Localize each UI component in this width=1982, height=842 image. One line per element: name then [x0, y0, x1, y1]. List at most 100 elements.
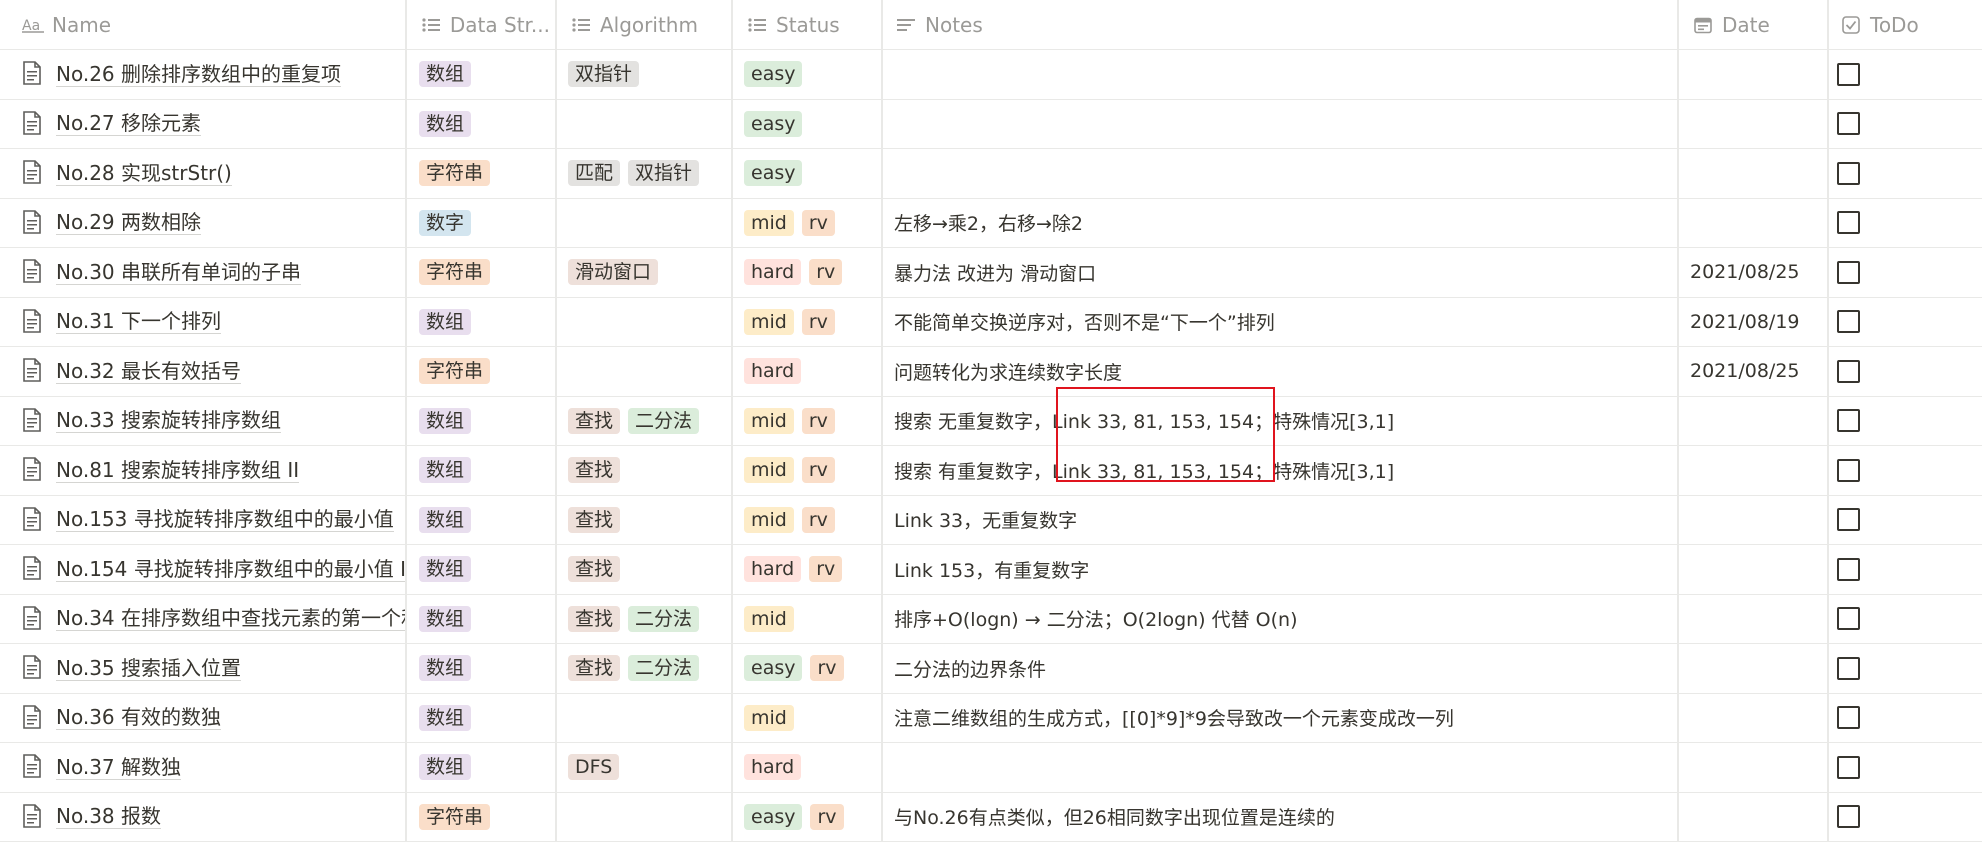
table-row[interactable]: No.36 有效的数独数组mid注意二维数组的生成方式，[[0]*9]*9会导致… — [0, 694, 1982, 744]
todo-checkbox[interactable] — [1837, 63, 1860, 86]
cell-data-structure[interactable]: 数组 — [419, 545, 556, 594]
column-header-status[interactable]: Status — [746, 0, 876, 49]
cell-notes[interactable]: 与No.26有点类似，但26相同数字出现位置是连续的 — [894, 793, 1677, 842]
row-title[interactable]: No.30 串联所有单词的子串 — [56, 260, 301, 285]
table-row[interactable]: No.34 在排序数组中查找元素的第一个和最后一个位置数组查找二分法mid排序+… — [0, 595, 1982, 645]
row-title[interactable]: No.81 搜索旋转排序数组 II — [56, 458, 299, 483]
cell-status[interactable]: midrv — [744, 199, 881, 248]
cell-status[interactable]: hardrv — [744, 545, 881, 594]
cell-algorithm[interactable]: 查找 — [568, 446, 731, 495]
cell-name[interactable]: No.36 有效的数独 — [22, 694, 405, 743]
cell-name[interactable]: No.30 串联所有单词的子串 — [22, 248, 405, 297]
cell-date[interactable] — [1690, 743, 1827, 792]
todo-checkbox[interactable] — [1837, 360, 1860, 383]
cell-status[interactable]: hardrv — [744, 248, 881, 297]
column-header-data-structure[interactable]: Data Str... — [420, 0, 550, 49]
cell-date[interactable]: 2021/08/25 — [1690, 347, 1827, 396]
cell-algorithm[interactable] — [568, 199, 731, 248]
todo-checkbox[interactable] — [1837, 558, 1860, 581]
cell-notes[interactable]: 不能简单交换逆序对，否则不是“下一个”排列 — [894, 298, 1677, 347]
cell-notes[interactable]: 左移→乘2，右移→除2 — [894, 199, 1677, 248]
cell-data-structure[interactable]: 数组 — [419, 496, 556, 545]
cell-date[interactable] — [1690, 149, 1827, 198]
cell-data-structure[interactable]: 数组 — [419, 298, 556, 347]
cell-name[interactable]: No.34 在排序数组中查找元素的第一个和最后一个位置 — [22, 595, 405, 644]
cell-notes[interactable] — [894, 100, 1677, 149]
cell-data-structure[interactable]: 字符串 — [419, 149, 556, 198]
cell-data-structure[interactable]: 数组 — [419, 595, 556, 644]
cell-data-structure[interactable]: 数组 — [419, 50, 556, 99]
cell-name[interactable]: No.32 最长有效括号 — [22, 347, 405, 396]
cell-notes[interactable]: 二分法的边界条件 — [894, 644, 1677, 693]
cell-algorithm[interactable] — [568, 793, 731, 842]
table-row[interactable]: No.32 最长有效括号字符串hard问题转化为求连续数字长度2021/08/2… — [0, 347, 1982, 397]
cell-notes[interactable]: 问题转化为求连续数字长度 — [894, 347, 1677, 396]
cell-data-structure[interactable]: 数组 — [419, 100, 556, 149]
cell-algorithm[interactable]: 查找 — [568, 545, 731, 594]
cell-status[interactable]: easy — [744, 149, 881, 198]
cell-date[interactable] — [1690, 50, 1827, 99]
cell-date[interactable]: 2021/08/19 — [1690, 298, 1827, 347]
cell-notes[interactable]: 注意二维数组的生成方式，[[0]*9]*9会导致改一个元素变成改一列 — [894, 694, 1677, 743]
todo-checkbox[interactable] — [1837, 805, 1860, 828]
cell-algorithm[interactable] — [568, 298, 731, 347]
cell-algorithm[interactable] — [568, 347, 731, 396]
cell-notes[interactable]: 排序+O(logn) → 二分法；O(2logn) 代替 O(n) — [894, 595, 1677, 644]
cell-status[interactable]: hard — [744, 347, 881, 396]
column-header-name[interactable]: Aa Name — [22, 0, 402, 49]
cell-name[interactable]: No.154 寻找旋转排序数组中的最小值 II — [22, 545, 405, 594]
table-row[interactable]: No.153 寻找旋转排序数组中的最小值数组查找midrvLink 33，无重复… — [0, 496, 1982, 546]
cell-algorithm[interactable]: DFS — [568, 743, 731, 792]
cell-status[interactable]: midrv — [744, 298, 881, 347]
cell-notes[interactable] — [894, 743, 1677, 792]
cell-name[interactable]: No.29 两数相除 — [22, 199, 405, 248]
cell-status[interactable]: midrv — [744, 496, 881, 545]
row-title[interactable]: No.154 寻找旋转排序数组中的最小值 II — [56, 557, 405, 582]
todo-checkbox[interactable] — [1837, 112, 1860, 135]
table-row[interactable]: No.37 解数独数组DFShard — [0, 743, 1982, 793]
cell-status[interactable]: easyrv — [744, 793, 881, 842]
column-header-algorithm[interactable]: Algorithm — [570, 0, 720, 49]
cell-algorithm[interactable]: 滑动窗口 — [568, 248, 731, 297]
table-row[interactable]: No.81 搜索旋转排序数组 II数组查找midrv搜索 有重复数字，Link … — [0, 446, 1982, 496]
cell-date[interactable] — [1690, 694, 1827, 743]
cell-date[interactable] — [1690, 595, 1827, 644]
cell-notes[interactable]: Link 33，无重复数字 — [894, 496, 1677, 545]
table-row[interactable]: No.154 寻找旋转排序数组中的最小值 II数组查找hardrvLink 15… — [0, 545, 1982, 595]
row-title[interactable]: No.29 两数相除 — [56, 210, 201, 235]
cell-status[interactable]: mid — [744, 595, 881, 644]
cell-date[interactable]: 2021/08/25 — [1690, 248, 1827, 297]
cell-date[interactable] — [1690, 545, 1827, 594]
row-title[interactable]: No.36 有效的数独 — [56, 705, 221, 730]
cell-data-structure[interactable]: 数组 — [419, 446, 556, 495]
row-title[interactable]: No.26 删除排序数组中的重复项 — [56, 62, 341, 87]
cell-data-structure[interactable]: 数组 — [419, 743, 556, 792]
cell-notes[interactable] — [894, 50, 1677, 99]
todo-checkbox[interactable] — [1837, 607, 1860, 630]
table-row[interactable]: No.35 搜索插入位置数组查找二分法easyrv二分法的边界条件 — [0, 644, 1982, 694]
cell-status[interactable]: midrv — [744, 397, 881, 446]
cell-date[interactable] — [1690, 199, 1827, 248]
todo-checkbox[interactable] — [1837, 261, 1860, 284]
row-title[interactable]: No.34 在排序数组中查找元素的第一个和最后一个位置 — [56, 606, 405, 631]
cell-notes[interactable] — [894, 149, 1677, 198]
column-header-date[interactable]: Date — [1692, 0, 1812, 49]
table-row[interactable]: No.31 下一个排列数组midrv不能简单交换逆序对，否则不是“下一个”排列2… — [0, 298, 1982, 348]
cell-name[interactable]: No.35 搜索插入位置 — [22, 644, 405, 693]
row-title[interactable]: No.38 报数 — [56, 804, 161, 829]
cell-name[interactable]: No.33 搜索旋转排序数组 — [22, 397, 405, 446]
cell-name[interactable]: No.38 报数 — [22, 793, 405, 842]
cell-status[interactable]: easyrv — [744, 644, 881, 693]
cell-name[interactable]: No.153 寻找旋转排序数组中的最小值 — [22, 496, 405, 545]
cell-status[interactable]: midrv — [744, 446, 881, 495]
cell-date[interactable] — [1690, 644, 1827, 693]
cell-name[interactable]: No.81 搜索旋转排序数组 II — [22, 446, 405, 495]
cell-algorithm[interactable]: 匹配双指针 — [568, 149, 731, 198]
cell-algorithm[interactable]: 查找二分法 — [568, 397, 731, 446]
row-title[interactable]: No.32 最长有效括号 — [56, 359, 241, 384]
table-row[interactable]: No.29 两数相除数字midrv左移→乘2，右移→除2 — [0, 199, 1982, 249]
cell-algorithm[interactable]: 双指针 — [568, 50, 731, 99]
todo-checkbox[interactable] — [1837, 162, 1860, 185]
todo-checkbox[interactable] — [1837, 657, 1860, 680]
cell-algorithm[interactable]: 查找二分法 — [568, 644, 731, 693]
